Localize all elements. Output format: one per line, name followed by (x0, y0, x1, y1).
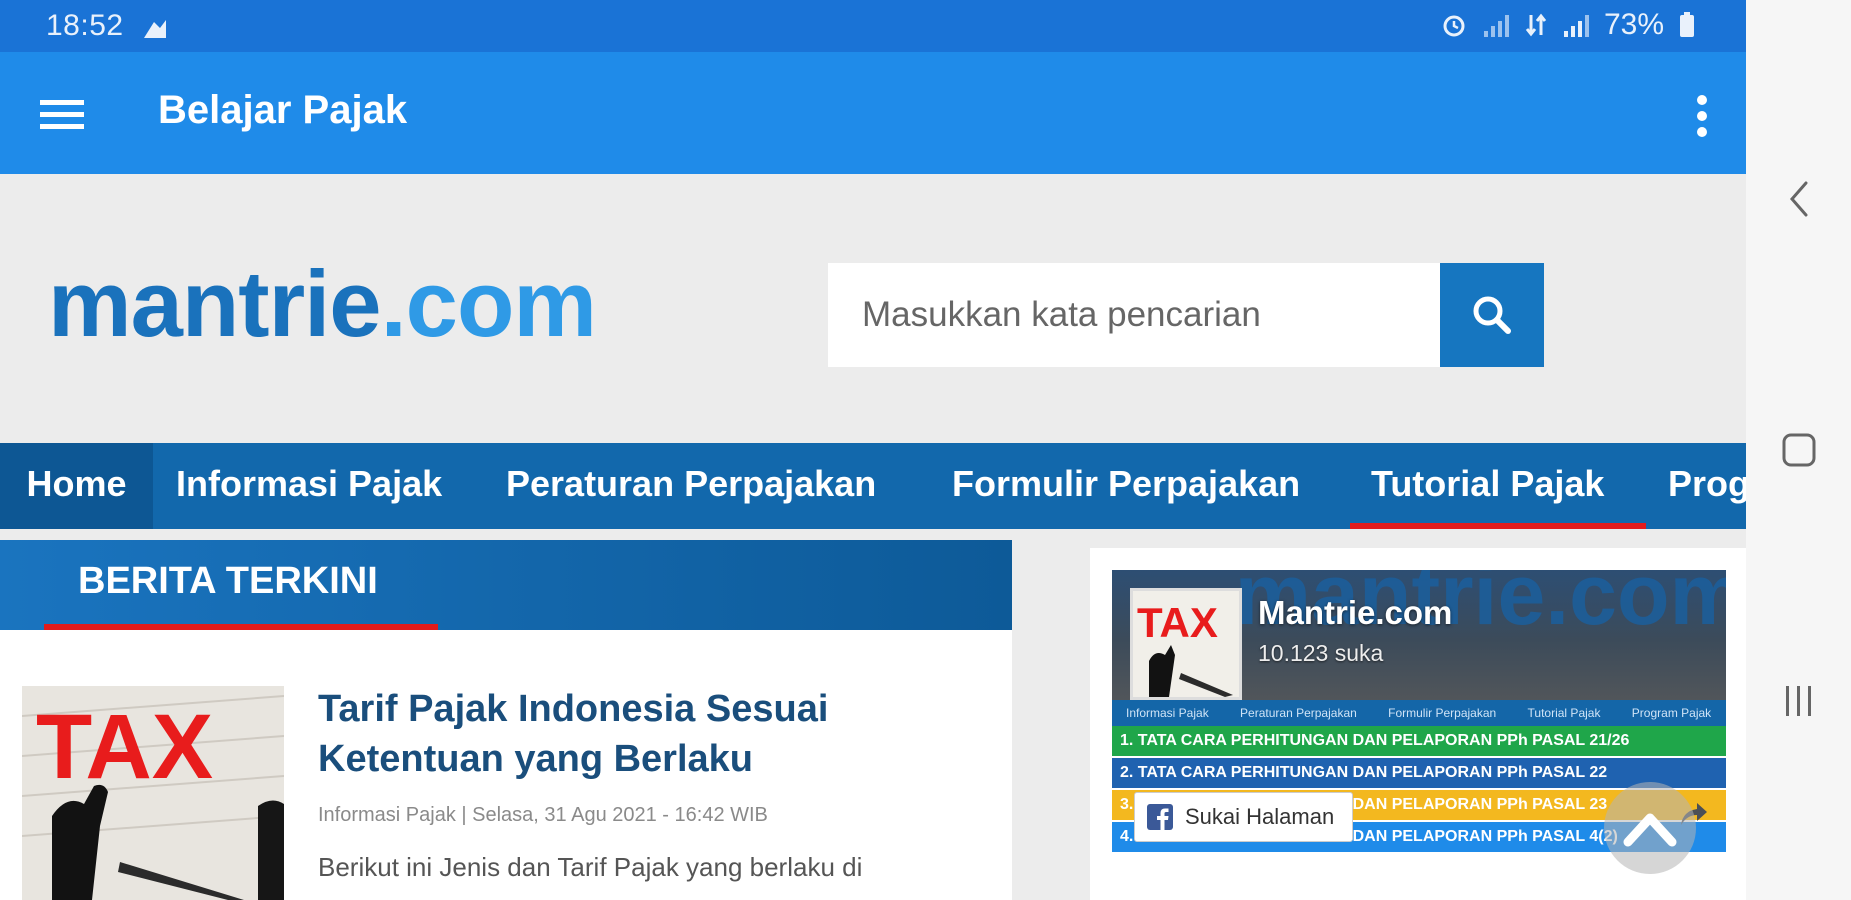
chevron-left-icon (1790, 181, 1808, 217)
facebook-icon (1147, 804, 1173, 830)
nav-item-program[interactable]: Prog (1668, 443, 1746, 529)
more-vertical-icon[interactable] (1692, 94, 1712, 138)
fb-like-page-button[interactable]: Sukai Halaman (1134, 792, 1354, 842)
signal-icon (1483, 15, 1509, 37)
article-meta: Informasi Pajak | Selasa, 31 Agu 2021 - … (318, 804, 768, 826)
system-nav-bar (1746, 0, 1851, 900)
thumb-tax-text: TAX (36, 696, 213, 798)
search-input[interactable] (828, 263, 1440, 367)
fb-cover-menu-strip: Informasi Pajak Peraturan Perpajakan For… (1112, 700, 1726, 726)
search-button[interactable] (1440, 263, 1544, 367)
fb-strip-item: Program Pajak (1631, 706, 1712, 720)
chevron-up-icon (1623, 813, 1677, 847)
battery-percent: 73% (1603, 8, 1664, 41)
nav-item-tutorial-pajak[interactable]: Tutorial Pajak (1371, 443, 1604, 529)
fb-strip-item: Peraturan Perpajakan (1240, 706, 1357, 720)
app-notification-icon (144, 20, 166, 38)
fb-like-label: Sukai Halaman (1185, 804, 1335, 829)
search-icon (1473, 296, 1511, 334)
main-nav: Home Informasi Pajak Peraturan Perpajaka… (0, 443, 1746, 529)
app-bar: Belajar Pajak (0, 52, 1746, 174)
app-title: Belajar Pajak (158, 88, 408, 132)
fb-list-row: 1. TATA CARA PERHITUNGAN DAN PELAPORAN P… (1112, 726, 1726, 758)
square-icon (1782, 433, 1816, 467)
fb-likes-count: 10.123 suka (1258, 640, 1384, 666)
nav-active-underline (1350, 523, 1646, 529)
scroll-to-top-button[interactable] (1604, 782, 1696, 874)
status-icons: 73% (1440, 8, 1696, 42)
nav-item-informasi-pajak[interactable]: Informasi Pajak (176, 443, 442, 529)
logo-text-domain: .com (380, 251, 597, 356)
fb-strip-item: Formulir Perpajakan (1388, 706, 1497, 720)
battery-icon (1680, 12, 1694, 37)
system-home-button[interactable] (1776, 427, 1822, 473)
article-thumbnail[interactable]: TAX (22, 686, 284, 900)
section-header: BERITA TERKINI (0, 540, 1012, 630)
section-title: BERITA TERKINI (78, 560, 378, 602)
system-back-button[interactable] (1776, 176, 1822, 222)
article-title[interactable]: Tarif Pajak Indonesia Sesuai Ketentuan y… (318, 684, 958, 784)
data-transfer-icon (1525, 13, 1547, 37)
fb-profile-text: TAX (1137, 599, 1218, 646)
recents-icon (1786, 686, 1811, 716)
hamburger-icon[interactable] (40, 98, 84, 130)
system-recents-button[interactable] (1776, 678, 1822, 724)
status-bar: 18:52 73% (0, 0, 1746, 52)
status-time: 18:52 (46, 9, 124, 42)
logo-text-main: mantrie (48, 251, 382, 356)
fb-strip-item: Tutorial Pajak (1527, 706, 1601, 720)
nav-item-home[interactable]: Home (0, 443, 153, 529)
site-logo[interactable]: mantrie.com (48, 250, 597, 358)
alarm-icon (1443, 15, 1465, 37)
tax-image: TAX (22, 686, 284, 900)
fb-strip-item: Informasi Pajak (1126, 706, 1209, 720)
nav-item-peraturan-perpajakan[interactable]: Peraturan Perpajakan (506, 443, 876, 529)
fb-profile-image: TAX (1133, 591, 1239, 697)
article-excerpt: Berikut ini Jenis dan Tarif Pajak yang b… (318, 852, 863, 882)
nav-item-formulir-perpajakan[interactable]: Formulir Perpajakan (952, 443, 1300, 529)
fb-profile-picture[interactable]: TAX (1130, 588, 1242, 700)
signal-icon-2 (1563, 15, 1589, 37)
fb-page-name[interactable]: Mantrie.com (1258, 594, 1452, 632)
